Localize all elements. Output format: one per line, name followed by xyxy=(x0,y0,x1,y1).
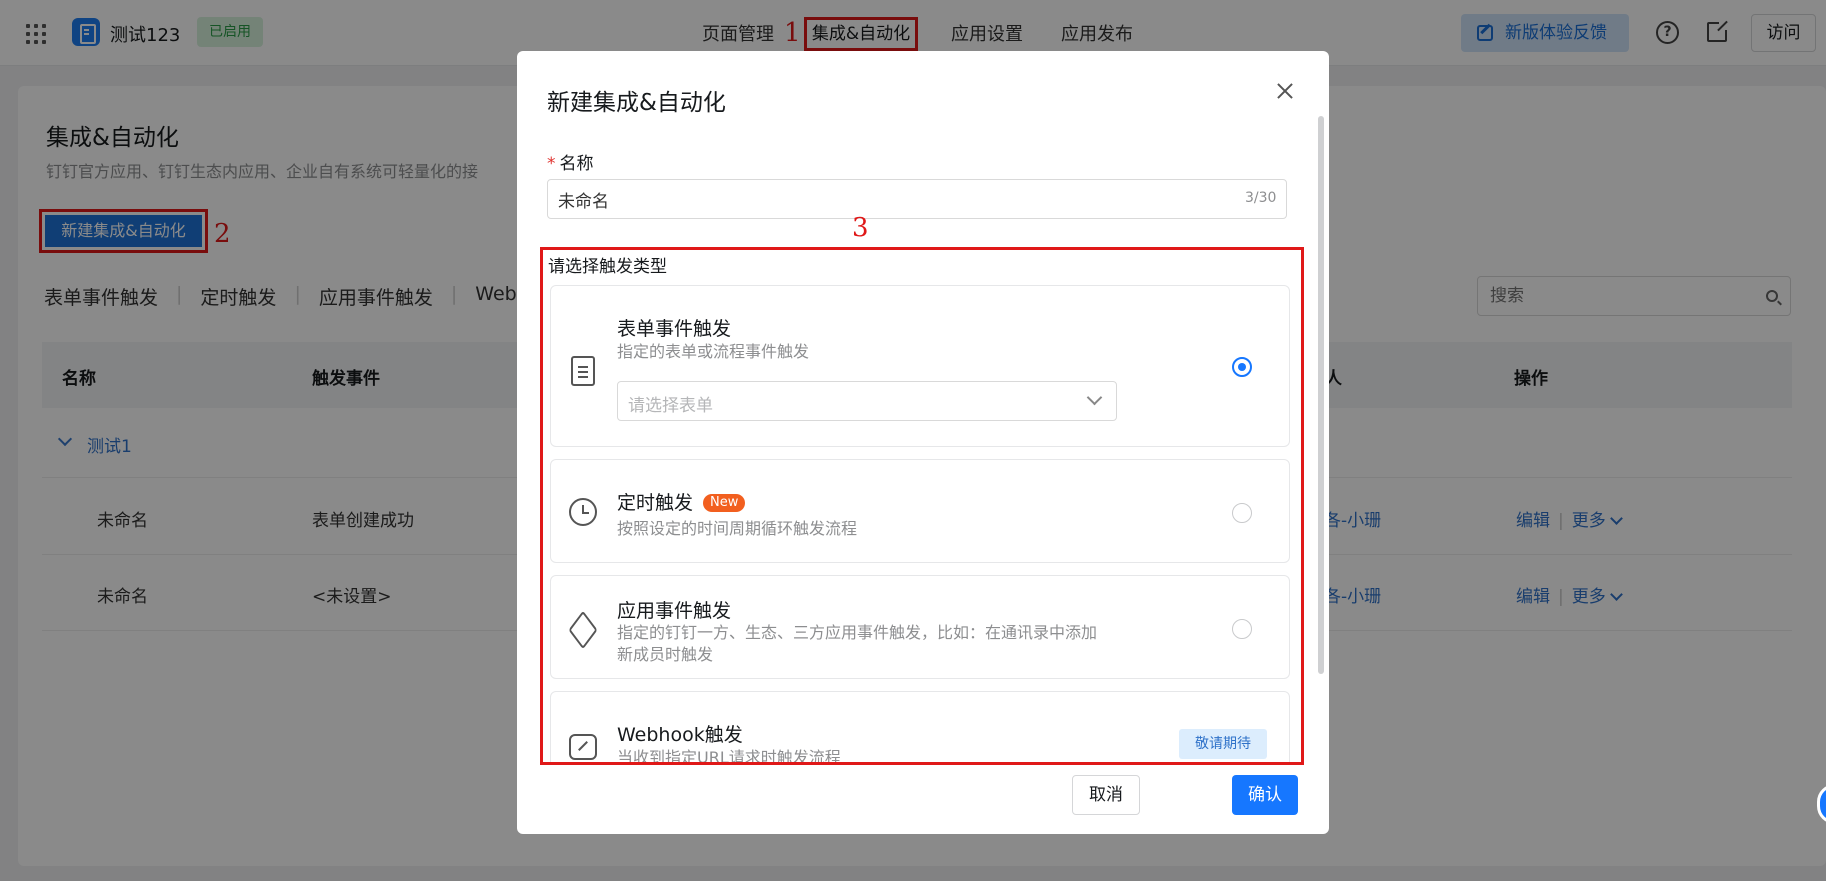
document-icon xyxy=(571,356,595,386)
new-automation-dialog: 新建集成&自动化 *名称 3/30 3 请选择触发类型 表单事件触发 指定的表单… xyxy=(517,51,1329,834)
radio-scheduled[interactable] xyxy=(1232,503,1252,523)
dialog-title: 新建集成&自动化 xyxy=(547,90,726,116)
trigger-desc: 指定的钉钉一方、生态、三方应用事件触发，比如：在通讯录中添加新成员时触发 xyxy=(617,623,1098,664)
char-counter: 3/30 xyxy=(1245,190,1277,206)
trigger-desc: 指定的表单或流程事件触发 xyxy=(617,342,810,361)
form-select[interactable]: 请选择表单 xyxy=(617,381,1117,421)
trigger-option-form-event[interactable]: 表单事件触发 指定的表单或流程事件触发 请选择表单 xyxy=(550,285,1290,447)
trigger-option-scheduled[interactable]: 定时触发 New 按照设定的时间周期循环触发流程 xyxy=(550,459,1290,563)
trigger-title: 应用事件触发 xyxy=(617,600,732,622)
trigger-title: 定时触发 New xyxy=(617,488,746,515)
trigger-title: 表单事件触发 xyxy=(617,318,732,340)
trigger-type-group: 请选择触发类型 表单事件触发 指定的表单或流程事件触发 请选择表单 定时触发 Ne… xyxy=(540,247,1304,765)
trigger-desc: 按照设定的时间周期循环触发流程 xyxy=(617,519,858,538)
link-icon xyxy=(569,734,597,760)
confirm-button[interactable]: 确认 xyxy=(1232,775,1298,815)
trigger-option-app-event[interactable]: 应用事件触发 指定的钉钉一方、生态、三方应用事件触发，比如：在通讯录中添加新成员… xyxy=(550,575,1290,679)
chevron-down-icon xyxy=(1086,389,1103,406)
cube-icon xyxy=(568,610,598,650)
name-field-label: * 名称 xyxy=(547,154,594,174)
new-badge: New xyxy=(703,494,746,512)
trigger-option-webhook: Webhook触发 当收到指定URL请求时触发流程 敬请期待 xyxy=(550,691,1290,765)
alarm-clock-icon xyxy=(569,498,597,526)
trigger-title: Webhook触发 xyxy=(617,724,743,746)
trigger-desc: 当收到指定URL请求时触发流程 xyxy=(617,748,841,765)
dialog-scrollbar[interactable] xyxy=(1318,116,1324,674)
trigger-type-label: 请选择触发类型 xyxy=(548,257,667,277)
close-icon[interactable] xyxy=(1276,82,1294,100)
radio-form-event[interactable] xyxy=(1232,357,1252,377)
form-select-placeholder: 请选择表单 xyxy=(628,396,713,416)
cancel-button[interactable]: 取消 xyxy=(1072,775,1140,815)
coming-soon-badge: 敬请期待 xyxy=(1179,729,1267,759)
annotation-3: 3 xyxy=(852,213,869,243)
radio-app-event[interactable] xyxy=(1232,619,1252,639)
name-input[interactable] xyxy=(547,179,1287,219)
